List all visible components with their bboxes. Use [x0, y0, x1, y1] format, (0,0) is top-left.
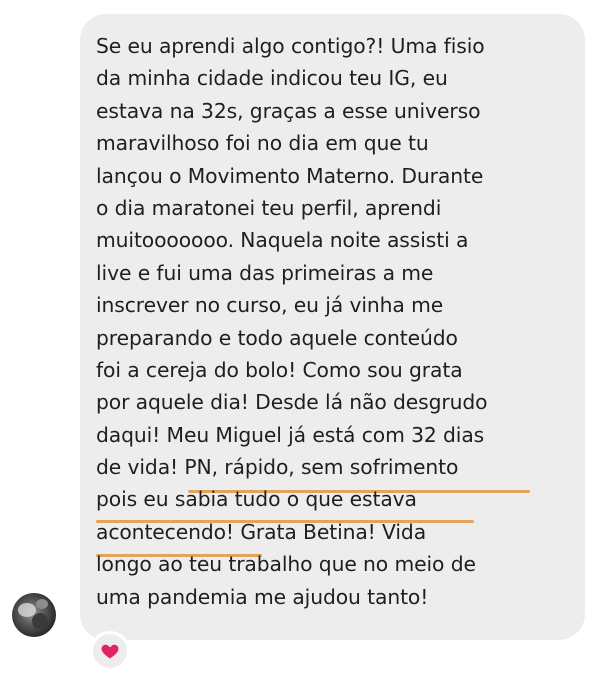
avatar-shape	[32, 613, 48, 629]
message-line: da minha cidade indicou teu IG, eu	[96, 66, 448, 91]
message-line: estava na 32s, graças a esse universo	[96, 98, 481, 123]
message-line: pois eu sabia tudo o que estava	[96, 487, 417, 512]
message-line: foi a cereja do bolo! Como sou grata	[96, 357, 463, 382]
message-line: acontecendo! Grata Betina! Vida	[96, 519, 427, 544]
avatar-shape	[36, 599, 48, 609]
heart-icon	[101, 644, 119, 659]
message-line: preparando e todo aquele conteúdo	[96, 325, 458, 350]
message-line: de vida! PN, rápido, sem sofrimento	[96, 455, 459, 480]
message-line: inscrever no curso, eu já vinha me	[96, 293, 444, 318]
message-line: o dia maratonei teu perfil, aprendi	[96, 195, 442, 220]
message-line: uma pandemia me ajudou tanto!	[96, 584, 429, 609]
message-line: live e fui uma das primeiras a me	[96, 260, 434, 285]
message-line: daqui! Meu Miguel já está com 32 dias	[96, 422, 485, 447]
sender-avatar[interactable]	[12, 593, 56, 637]
message-text: Se eu aprendi algo contigo?! Uma fisio d…	[96, 30, 566, 613]
message-line: longo ao teu trabalho que no meio de	[96, 552, 476, 577]
message-line: maravilhoso foi no dia em que tu	[96, 131, 429, 156]
message-line: Se eu aprendi algo contigo?! Uma fisio	[96, 34, 485, 58]
reaction-badge[interactable]	[90, 631, 130, 671]
message-line: lançou o Movimento Materno. Durante	[96, 163, 484, 188]
chat-screen: Se eu aprendi algo contigo?! Uma fisio d…	[0, 0, 600, 700]
message-line: por aquele dia! Desde lá não desgrudo	[96, 390, 488, 415]
message-line: muitooooooo. Naquela noite assisti a	[96, 228, 469, 253]
